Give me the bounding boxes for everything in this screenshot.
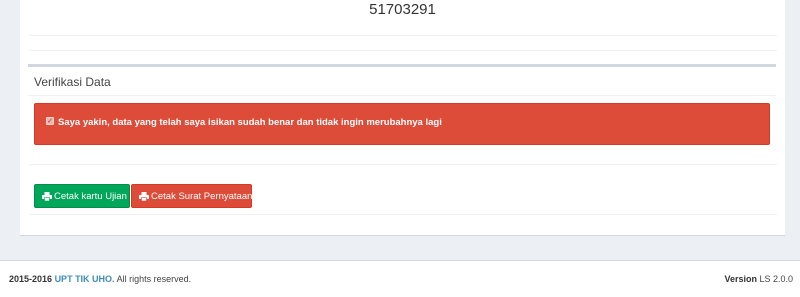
cetak-surat-label: Cetak Surat Pernyataan bbox=[151, 190, 253, 202]
verification-title: Verifikasi Data bbox=[34, 75, 111, 89]
page: 51703291 Verifikasi Data ✓ Saya yakin, d… bbox=[0, 0, 800, 297]
confirmation-statement: Saya yakin, data yang telah saya isikan … bbox=[58, 117, 442, 128]
confirmation-alert: ✓ Saya yakin, data yang telah saya isika… bbox=[34, 103, 770, 145]
participant-number: 51703291 bbox=[369, 1, 436, 18]
divider bbox=[29, 164, 777, 165]
version-value: LS 2.0.0 bbox=[759, 274, 793, 284]
verification-box: Verifikasi Data ✓ Saya yakin, data yang … bbox=[28, 64, 776, 171]
divider bbox=[29, 214, 777, 215]
footer-copyright: 2015-2016 UPT TIK UHO. All rights reserv… bbox=[9, 274, 191, 284]
divider bbox=[29, 35, 777, 36]
printer-icon bbox=[139, 191, 149, 201]
footer-org-link[interactable]: UPT TIK UHO. bbox=[55, 274, 115, 284]
printer-icon bbox=[42, 191, 52, 201]
footer: 2015-2016 UPT TIK UHO. All rights reserv… bbox=[0, 260, 800, 297]
footer-years: 2015-2016 bbox=[9, 274, 53, 284]
footer-rights: All rights reserved. bbox=[116, 274, 192, 284]
confirmation-checkbox[interactable]: ✓ bbox=[46, 117, 54, 125]
cetak-surat-pernyataan-button[interactable]: Cetak Surat Pernyataan bbox=[131, 184, 252, 208]
cetak-kartu-label: Cetak kartu Ujian bbox=[54, 190, 127, 202]
content-card: 51703291 Verifikasi Data ✓ Saya yakin, d… bbox=[20, 0, 785, 236]
divider bbox=[29, 50, 777, 51]
footer-version: Version LS 2.0.0 bbox=[724, 274, 793, 284]
version-label: Version bbox=[724, 274, 757, 284]
divider bbox=[28, 95, 776, 96]
cetak-kartu-ujian-button[interactable]: Cetak kartu Ujian bbox=[34, 184, 130, 208]
